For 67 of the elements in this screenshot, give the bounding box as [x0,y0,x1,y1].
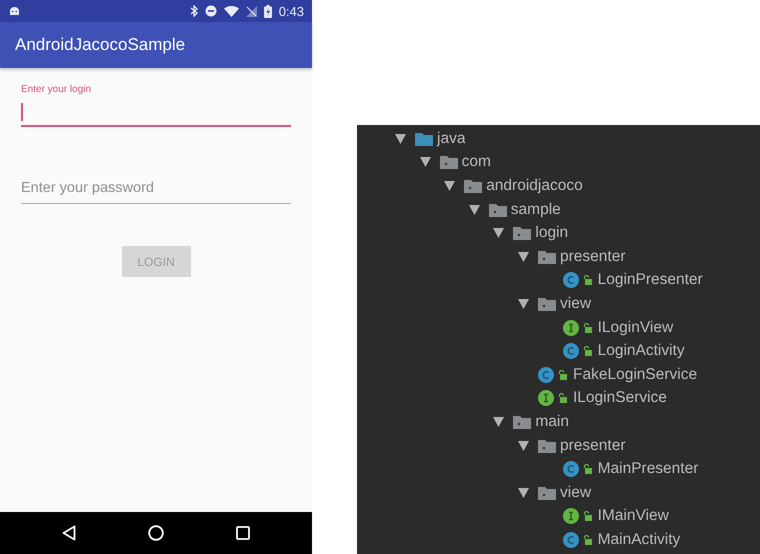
tree-item[interactable]: ILoginService [573,389,667,408]
package-folder-icon [464,178,482,193]
class-icon [562,532,579,548]
tree-item[interactable]: sample [510,200,561,219]
expand-arrow-icon[interactable] [518,252,529,262]
tree-item[interactable]: LoginPresenter [598,271,703,290]
tree-item[interactable]: view [560,484,592,502]
signal-icon [246,6,257,16]
battery-icon [264,4,272,18]
tree-item[interactable]: com [462,153,491,172]
bluetooth-icon [190,5,198,17]
lock-icon [558,370,567,380]
tree-item[interactable]: IMainView [598,507,669,526]
do-not-disturb-icon [204,5,217,17]
tree-item[interactable]: MainActivity [598,530,680,549]
expand-arrow-icon[interactable] [518,440,529,451]
tree-item[interactable]: LoginActivity [598,342,685,360]
class-icon [562,461,579,478]
clock-time: 0:43 [278,4,304,18]
tree-item[interactable]: FakeLoginService [573,366,698,384]
expand-arrow-icon[interactable] [444,180,456,191]
tree-item[interactable]: main [535,412,569,431]
tree-item[interactable]: androidjacoco [486,176,583,195]
interface-icon [562,320,579,336]
expand-arrow-icon[interactable] [518,298,529,309]
wifi-icon [224,6,239,16]
lock-icon [582,511,592,522]
tree-item[interactable]: login [535,224,568,242]
tree-item[interactable]: java [437,130,466,148]
recents-icon[interactable] [236,526,250,540]
android-icon [9,6,20,16]
lock-icon [582,275,592,286]
app-title: AndroidJacocoSample [15,35,186,55]
lock-icon [582,346,592,356]
lock-icon [582,464,592,474]
expand-arrow-icon[interactable] [518,488,529,498]
package-folder-icon [538,296,556,311]
text-cursor [21,103,23,121]
interface-icon [562,508,579,524]
tree-item[interactable]: view [560,294,592,313]
package-folder-icon [538,250,556,264]
expand-arrow-icon[interactable] [395,134,406,144]
lock-icon [582,534,592,545]
package-folder-icon [488,202,507,217]
tree-item[interactable]: presenter [560,436,626,455]
package-folder-icon [513,226,532,240]
lock-icon [582,322,592,333]
class-icon [538,366,554,383]
package-folder-icon [513,414,532,429]
back-icon[interactable] [62,525,76,541]
expand-arrow-icon[interactable] [493,228,504,238]
tree-item[interactable]: ILoginView [598,318,674,337]
tree-item[interactable]: MainPresenter [598,460,698,478]
expand-arrow-icon[interactable] [420,157,431,168]
package-folder-icon [538,486,556,500]
home-icon[interactable] [148,525,164,541]
expand-arrow-icon[interactable] [468,204,480,215]
package-folder-icon [538,438,556,453]
folder-icon [415,132,433,146]
package-folder-icon [440,155,458,170]
class-icon [562,272,579,288]
interface-icon [538,390,554,406]
tree-item[interactable]: presenter [560,248,626,266]
expand-arrow-icon[interactable] [493,416,504,427]
lock-icon [558,393,567,404]
field-label: Enter your login [21,84,92,95]
class-icon [562,343,579,360]
